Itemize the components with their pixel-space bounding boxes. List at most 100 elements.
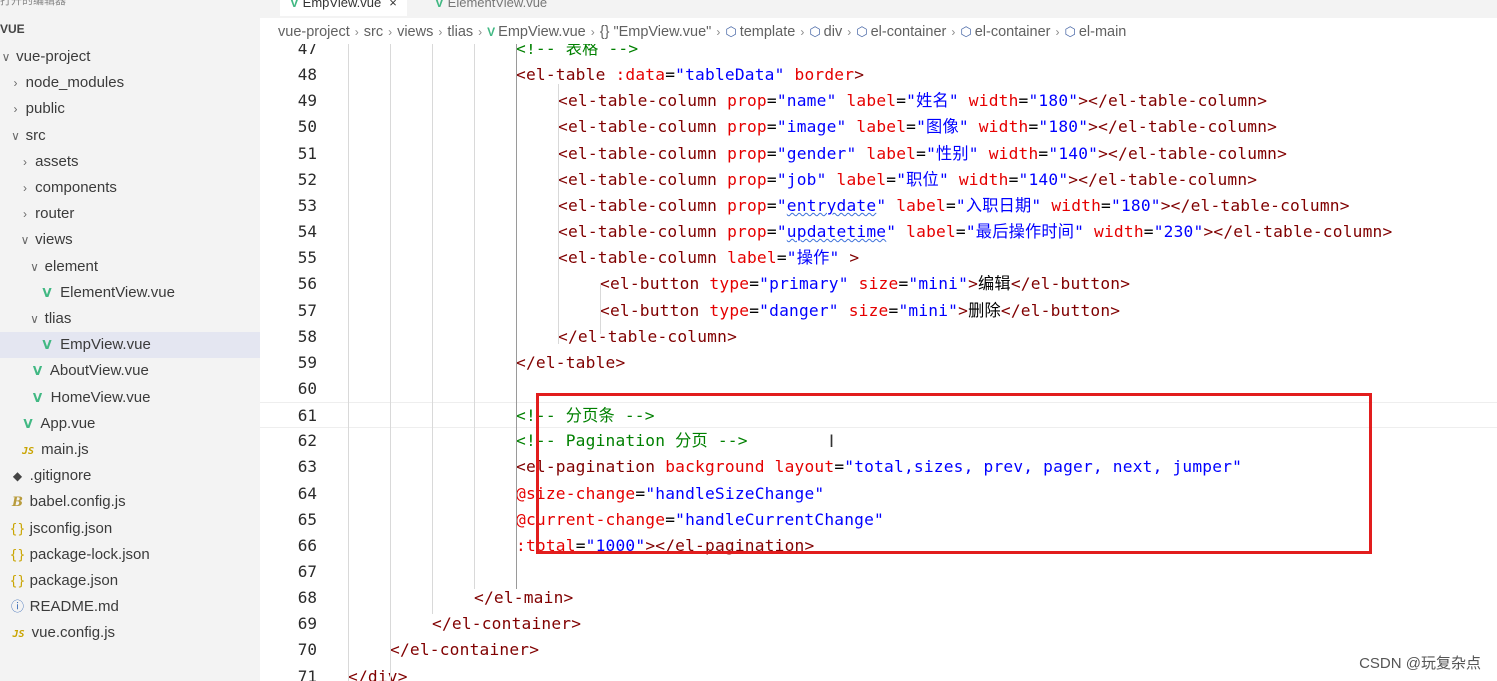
tree-item[interactable]: ◆ .gitignore <box>0 463 260 489</box>
breadcrumb-item[interactable]: ⬡ el-container <box>856 24 946 40</box>
code-line[interactable]: 71 </div> <box>260 664 1497 681</box>
breadcrumb-item[interactable]: {} "EmpView.vue" <box>600 24 712 40</box>
chevron-down-icon[interactable]: ∨ <box>29 306 41 332</box>
code-token: "tableData" <box>675 65 785 85</box>
code-line[interactable]: 48 <el-table :data="tableData" border> <box>260 62 1497 88</box>
tree-item[interactable]: V HomeView.vue <box>0 385 260 411</box>
tree-item[interactable]: JS main.js <box>0 437 260 463</box>
code-line[interactable]: 69 </el-container> <box>260 611 1497 637</box>
tree-item[interactable]: › components <box>0 175 260 201</box>
code-token: = <box>906 117 917 137</box>
code-token: > <box>958 300 969 320</box>
code-token: "gender" <box>776 143 857 163</box>
chevron-down-icon[interactable]: ∨ <box>29 254 41 280</box>
chevron-down-icon[interactable]: ∨ <box>0 44 12 70</box>
tree-item[interactable]: › assets <box>0 149 260 175</box>
code-editor[interactable]: 47 <!-- 表格 --> 48 <el-table :data="tableDat… <box>260 44 1497 681</box>
breadcrumb-item[interactable]: V EmpView.vue <box>487 24 586 40</box>
line-number: 65 <box>297 509 317 529</box>
code-line[interactable]: 55 <el-table-column label="操作" > <box>260 245 1497 271</box>
breadcrumb-item[interactable]: tlias <box>447 24 473 40</box>
code-token: "姓名" <box>906 91 959 111</box>
tree-item[interactable]: JS vue.config.js <box>0 620 260 646</box>
close-icon[interactable]: × <box>389 0 397 10</box>
code-text: <el-table-column prop="image" label="图像"… <box>558 114 1277 140</box>
tree-item[interactable]: V App.vue <box>0 411 260 437</box>
tree-item[interactable]: {} jsconfig.json <box>0 516 260 542</box>
tree-item-label: router <box>35 205 75 223</box>
chevron-down-icon[interactable]: ∨ <box>10 123 22 149</box>
breadcrumb-item[interactable]: ⬡ el-container <box>960 24 1050 40</box>
tree-item-label: element <box>44 257 99 275</box>
breadcrumb-item[interactable]: src <box>364 24 383 40</box>
breadcrumb-label: views <box>397 24 434 40</box>
breadcrumb-item[interactable]: ⬡ template <box>725 24 795 40</box>
code-line[interactable]: 67 <box>260 559 1497 585</box>
code-token: = <box>1008 169 1019 189</box>
line-number: 47 <box>297 44 317 58</box>
tree-item[interactable]: B babel.config.js <box>0 489 260 515</box>
editor-tab[interactable]: V ElementView.vue <box>425 0 557 16</box>
chevron-right-icon[interactable]: › <box>19 175 31 201</box>
tree-item[interactable]: › node_modules <box>0 70 260 96</box>
code-token: entrydate <box>786 195 877 215</box>
code-token: "180" <box>1038 117 1089 137</box>
code-line[interactable]: 68 </el-main> <box>260 585 1497 611</box>
cube-icon: ⬡ <box>856 24 868 39</box>
code-token: prop <box>727 222 767 242</box>
tree-item[interactable]: ∨ element <box>0 254 260 280</box>
tree-item[interactable]: › router <box>0 201 260 227</box>
workspace-section-title[interactable]: VUE <box>0 22 25 36</box>
tree-item[interactable]: V EmpView.vue <box>0 332 260 359</box>
tree-item-label: ElementView.vue <box>60 283 175 301</box>
code-token: ></el-table-column> <box>1068 169 1258 189</box>
chevron-right-icon[interactable]: › <box>19 201 31 227</box>
code-line[interactable]: 51 <el-table-column prop="gender" label="… <box>260 141 1497 167</box>
code-line[interactable]: 70 </el-container> <box>260 637 1497 663</box>
breadcrumb-item[interactable]: ⬡ div <box>809 24 842 40</box>
editor-tab[interactable]: V EmpView.vue × <box>280 0 407 16</box>
chevron-right-icon[interactable]: › <box>10 70 22 96</box>
tree-item[interactable]: ⓘ README.md <box>0 594 260 620</box>
chevron-right-icon[interactable]: › <box>19 149 31 175</box>
tree-item[interactable]: {} package.json <box>0 568 260 594</box>
chevron-down-icon[interactable]: ∨ <box>19 227 31 253</box>
open-editors-header[interactable]: 打开的编辑器 <box>0 0 66 8</box>
code-token: "140" <box>1048 143 1099 163</box>
code-token: </el-table-column> <box>558 326 738 346</box>
breadcrumb-label: tlias <box>447 24 474 40</box>
tree-item[interactable]: ∨ tlias <box>0 306 260 332</box>
tree-item[interactable]: › public <box>0 96 260 122</box>
breadcrumb-item[interactable]: views <box>397 24 433 40</box>
tree-item[interactable]: {} package-lock.json <box>0 542 260 568</box>
code-line[interactable]: 54 <el-table-column prop="updatetime" lab… <box>260 219 1497 245</box>
code-line[interactable]: 52 <el-table-column prop="job" label="职位"… <box>260 167 1497 193</box>
tree-item[interactable]: V ElementView.vue <box>0 280 260 306</box>
code-text: <el-button type="primary" size="mini">编辑… <box>600 271 1130 297</box>
code-line[interactable]: 57 <el-button type="danger" size="mini">删… <box>260 298 1497 324</box>
tree-item[interactable]: ∨ views <box>0 227 260 253</box>
tree-item-label: vue-project <box>16 48 91 65</box>
line-number: 50 <box>297 117 317 137</box>
code-line[interactable]: 56 <el-button type="primary" size="mini">… <box>260 271 1497 297</box>
tree-item[interactable]: ∨ src <box>0 123 260 149</box>
code-token: "最后操作时间" <box>965 222 1085 242</box>
breadcrumb-item[interactable]: ⬡ el-main <box>1064 24 1126 40</box>
code-line[interactable]: 50 <el-table-column prop="image" label="图… <box>260 114 1497 140</box>
tree-item-label: public <box>25 100 65 118</box>
code-line[interactable]: 58 </el-table-column> <box>260 324 1497 350</box>
code-line[interactable]: 53 <el-table-column prop="entrydate" labe… <box>260 193 1497 219</box>
tree-item[interactable]: V AboutView.vue <box>0 358 260 384</box>
indent-guide <box>516 44 517 589</box>
code-line[interactable]: 47 <!-- 表格 --> <box>260 44 1497 62</box>
code-line[interactable]: 59 </el-table> <box>260 350 1497 376</box>
code-line[interactable]: 49 <el-table-column prop="name" label="姓名… <box>260 88 1497 114</box>
indent-guide <box>432 44 433 614</box>
breadcrumb-label: template <box>739 24 796 40</box>
tree-item-label: AboutView.vue <box>49 362 149 380</box>
breadcrumb-item[interactable]: vue-project <box>278 24 350 40</box>
tree-item[interactable]: ∨ vue-project <box>0 44 260 70</box>
chevron-right-icon[interactable]: › <box>10 96 22 122</box>
